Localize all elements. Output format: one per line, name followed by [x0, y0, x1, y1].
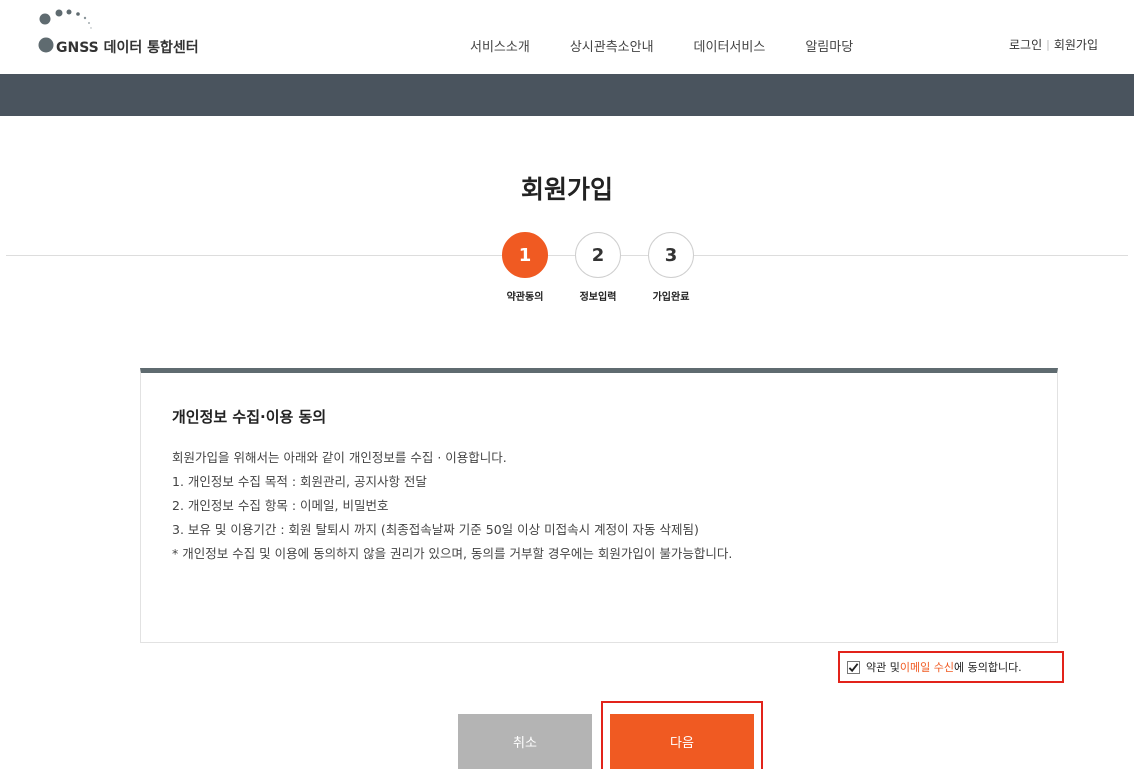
step-info-input: 2 정보입력 — [572, 232, 624, 303]
step-agreement: 1 약관동의 — [499, 232, 551, 303]
privacy-terms-box[interactable]: 개인정보 수집·이용 동의 회원가입을 위해서는 아래와 같이 개인정보를 수집… — [140, 368, 1058, 643]
terms-line: 3. 보유 및 이용기간 : 회원 탈퇴시 까지 (최종접속날짜 기준 50일 … — [172, 522, 699, 537]
agree-text-post: 에 동의합니다. — [953, 661, 1022, 674]
site-header: GNSS 데이터 통합센터 서비스소개 상시관측소안내 데이터서비스 알림마당 … — [0, 0, 1134, 74]
cancel-button[interactable]: 취소 — [458, 714, 592, 769]
agree-text-highlight: 이메일 수신 — [899, 661, 954, 674]
main-nav: 서비스소개 상시관측소안내 데이터서비스 알림마당 — [470, 36, 893, 55]
agree-checkbox[interactable] — [847, 660, 860, 674]
step-complete: 3 가입완료 — [645, 232, 697, 303]
nav-item-service-intro[interactable]: 서비스소개 — [470, 36, 530, 55]
step-label: 약관동의 — [506, 292, 544, 303]
terms-line: 1. 개인정보 수집 목적 : 회원관리, 공지사항 전달 — [172, 474, 427, 489]
logo-text: GNSS 데이터 통합센터 — [56, 40, 199, 56]
step-number: 1 — [502, 232, 548, 278]
page-title: 회원가입 — [520, 175, 613, 204]
login-link[interactable]: 로그인 — [1009, 36, 1042, 53]
terms-line: 회원가입을 위해서는 아래와 같이 개인정보를 수집 · 이용합니다. — [172, 450, 507, 465]
terms-content: 회원가입을 위해서는 아래와 같이 개인정보를 수집 · 이용합니다. 1. 개… — [172, 446, 732, 566]
terms-line: * 개인정보 수집 및 이용에 동의하지 않을 권리가 있으며, 동의를 거부할… — [172, 546, 733, 561]
agree-terms-area[interactable]: 약관 및 이메일 수신 에 동의합니다. — [838, 651, 1064, 683]
agree-text-pre: 약관 및 — [866, 661, 900, 674]
step-number: 3 — [648, 232, 694, 278]
sub-banner — [0, 74, 1134, 116]
checkmark-icon — [848, 662, 859, 672]
utility-menu: 로그인 | 회원가입 — [1009, 36, 1098, 53]
step-number: 2 — [575, 232, 621, 278]
signup-link[interactable]: 회원가입 — [1054, 36, 1098, 53]
nav-item-station-info[interactable]: 상시관측소안내 — [570, 36, 654, 55]
terms-line: 2. 개인정보 수집 항목 : 이메일, 비밀번호 — [172, 498, 389, 513]
nav-item-data-service[interactable]: 데이터서비스 — [694, 36, 766, 55]
step-label: 가입완료 — [652, 292, 690, 303]
logo-circle-icon — [38, 37, 54, 53]
site-logo[interactable]: GNSS 데이터 통합센터 — [38, 6, 238, 62]
next-button[interactable]: 다음 — [610, 714, 754, 769]
util-separator: | — [1046, 38, 1050, 51]
nav-item-notice[interactable]: 알림마당 — [805, 36, 853, 55]
terms-title: 개인정보 수집·이용 동의 — [172, 408, 327, 426]
signup-steps: 1 약관동의 2 정보입력 3 가입완료 — [499, 232, 699, 322]
step-label: 정보입력 — [579, 292, 617, 303]
